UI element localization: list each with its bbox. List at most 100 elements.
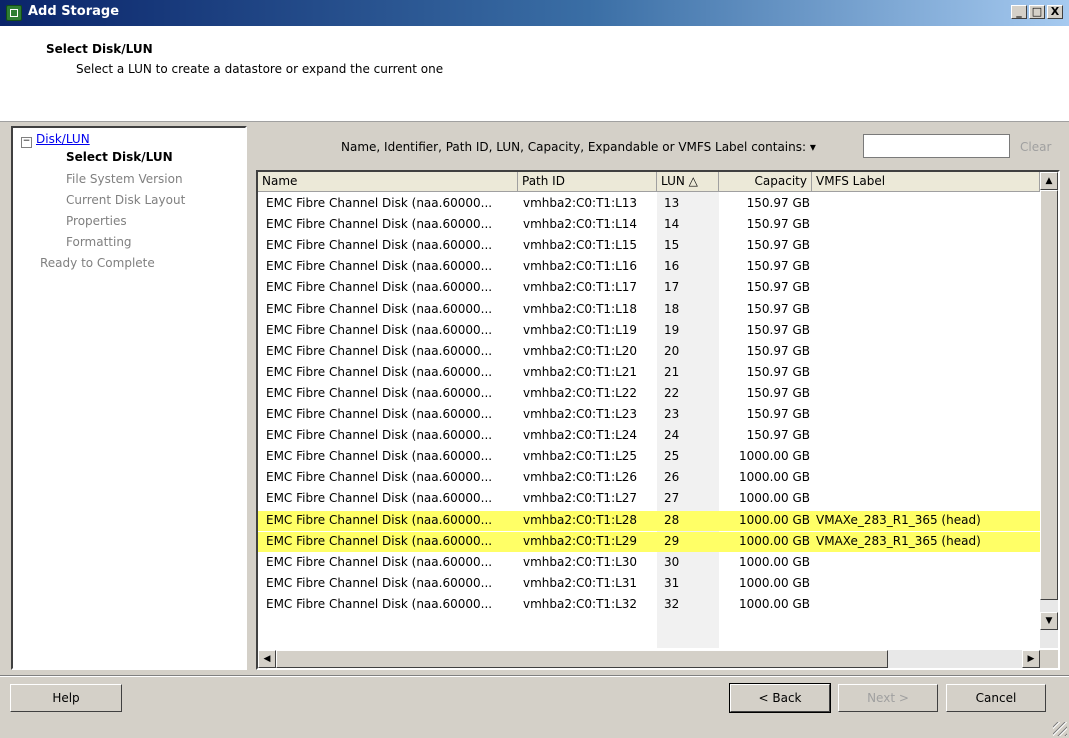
- cell-capacity: 150.97 GB: [746, 238, 810, 253]
- close-button[interactable]: X: [1047, 5, 1063, 19]
- cell-capacity: 1000.00 GB: [739, 491, 810, 506]
- cell-path-id: vmhba2:C0:T1:L22: [523, 385, 638, 400]
- table-row[interactable]: EMC Fibre Channel Disk (naa.60000... vmhb…: [258, 595, 1040, 615]
- table-row[interactable]: EMC Fibre Channel Disk (naa.60000... vmhb…: [258, 342, 1040, 362]
- minimize-button[interactable]: _: [1011, 5, 1027, 19]
- help-button[interactable]: Help: [10, 684, 122, 712]
- next-button[interactable]: Next >: [838, 684, 938, 712]
- cell-lun: 22: [664, 385, 680, 400]
- table-row[interactable]: EMC Fibre Channel Disk (naa.60000... vmhb…: [258, 257, 1040, 277]
- table-row[interactable]: EMC Fibre Channel Disk (naa.60000... vmhb…: [258, 574, 1040, 594]
- resize-grip-icon[interactable]: [1053, 722, 1067, 736]
- cell-lun: 13: [664, 196, 680, 210]
- page-subtitle: Select a LUN to create a datastore or ex…: [76, 62, 444, 76]
- title-bar[interactable]: Add Storage _ □ X: [0, 0, 1069, 26]
- cell-lun: 14: [664, 217, 680, 232]
- nav-step-ready-to-complete: Ready to Complete: [40, 256, 155, 270]
- table-row[interactable]: EMC Fibre Channel Disk (naa.60000... vmhb…: [258, 300, 1040, 320]
- clear-filter-link[interactable]: Clear: [1020, 140, 1051, 154]
- cell-lun: 20: [664, 343, 680, 358]
- scroll-left-arrow-icon[interactable]: ◀: [258, 650, 276, 668]
- window-controls: _ □ X: [1011, 5, 1063, 19]
- table-row[interactable]: EMC Fibre Channel Disk (naa.60000... vmhb…: [258, 405, 1040, 425]
- lun-table: Name Path ID LUN △ Capacity VMFS Label E…: [256, 170, 1060, 670]
- cell-capacity: 1000.00 GB: [739, 470, 810, 485]
- cell-name: EMC Fibre Channel Disk (naa.60000...: [266, 428, 493, 443]
- table-row[interactable]: EMC Fibre Channel Disk (naa.60000... vmhb…: [258, 468, 1040, 488]
- cell-name: EMC Fibre Channel Disk (naa.60000...: [266, 259, 493, 274]
- table-row[interactable]: EMC Fibre Channel Disk (naa.60000... vmhb…: [258, 278, 1040, 298]
- cell-name: EMC Fibre Channel Disk (naa.60000...: [266, 449, 493, 464]
- maximize-button[interactable]: □: [1029, 5, 1045, 19]
- table-row[interactable]: EMC Fibre Channel Disk (naa.60000... vmhb…: [258, 426, 1040, 446]
- cell-capacity: 150.97 GB: [746, 407, 810, 421]
- column-header-capacity[interactable]: Capacity: [719, 172, 812, 192]
- horizontal-scroll-thumb[interactable]: [276, 650, 888, 668]
- cell-name: EMC Fibre Channel Disk (naa.60000...: [266, 554, 493, 569]
- cell-lun: 28: [664, 512, 680, 527]
- cell-name: EMC Fibre Channel Disk (naa.60000...: [266, 238, 493, 253]
- nav-link-disk-lun[interactable]: Disk/LUN: [36, 132, 90, 146]
- cell-name: EMC Fibre Channel Disk (naa.60000...: [266, 364, 493, 379]
- vertical-scrollbar[interactable]: ▲ ▼: [1040, 172, 1058, 648]
- nav-step-properties: Properties: [66, 214, 127, 228]
- scroll-right-arrow-icon[interactable]: ▶: [1022, 650, 1040, 668]
- back-button[interactable]: < Back: [729, 683, 831, 713]
- cell-path-id: vmhba2:C0:T1:L21: [523, 364, 638, 379]
- page-title: Select Disk/LUN: [46, 42, 153, 56]
- table-row[interactable]: EMC Fibre Channel Disk (naa.60000... vmhb…: [258, 553, 1040, 573]
- cell-lun: 27: [664, 491, 680, 506]
- scrollbar-corner: [1040, 650, 1058, 668]
- cell-path-id: vmhba2:C0:T1:L31: [523, 575, 638, 590]
- cell-name: EMC Fibre Channel Disk (naa.60000...: [266, 322, 493, 337]
- cell-path-id: vmhba2:C0:T1:L32: [523, 596, 638, 611]
- cell-lun: 17: [664, 280, 680, 295]
- table-row[interactable]: EMC Fibre Channel Disk (naa.60000... vmhb…: [258, 236, 1040, 256]
- column-header-lun[interactable]: LUN △: [657, 172, 719, 192]
- table-row[interactable]: EMC Fibre Channel Disk (naa.60000... vmhb…: [258, 194, 1040, 214]
- vertical-scroll-thumb[interactable]: [1040, 190, 1058, 600]
- filter-input[interactable]: [863, 134, 1010, 158]
- table-row[interactable]: EMC Fibre Channel Disk (naa.60000... vmhb…: [258, 363, 1040, 383]
- column-header-name[interactable]: Name: [258, 172, 518, 192]
- table-row[interactable]: EMC Fibre Channel Disk (naa.60000... vmhb…: [258, 215, 1040, 235]
- cell-path-id: vmhba2:C0:T1:L27: [523, 491, 638, 506]
- nav-step-select-disk-lun: Select Disk/LUN: [66, 150, 173, 164]
- cell-name: EMC Fibre Channel Disk (naa.60000...: [266, 407, 493, 421]
- table-row[interactable]: EMC Fibre Channel Disk (naa.60000... vmhb…: [258, 489, 1040, 509]
- scroll-up-arrow-icon[interactable]: ▲: [1040, 172, 1058, 190]
- column-header-vmfs-label[interactable]: VMFS Label: [812, 172, 1040, 192]
- cell-path-id: vmhba2:C0:T1:L19: [523, 322, 638, 337]
- cell-capacity: 150.97 GB: [746, 322, 810, 337]
- cell-path-id: vmhba2:C0:T1:L28: [523, 512, 638, 527]
- cell-capacity: 150.97 GB: [746, 364, 810, 379]
- cell-name: EMC Fibre Channel Disk (naa.60000...: [266, 217, 493, 232]
- table-row[interactable]: EMC Fibre Channel Disk (naa.60000... vmhb…: [258, 321, 1040, 341]
- horizontal-scrollbar[interactable]: ◀ ▶: [258, 650, 1040, 668]
- cell-name: EMC Fibre Channel Disk (naa.60000...: [266, 385, 493, 400]
- cell-capacity: 1000.00 GB: [739, 533, 810, 548]
- cell-capacity: 1000.00 GB: [739, 596, 810, 611]
- column-header-path-id[interactable]: Path ID: [518, 172, 657, 192]
- cell-path-id: vmhba2:C0:T1:L29: [523, 533, 638, 548]
- nav-step-current-disk-layout: Current Disk Layout: [66, 193, 186, 207]
- scroll-down-arrow-icon[interactable]: ▼: [1040, 612, 1058, 630]
- table-row[interactable]: EMC Fibre Channel Disk (naa.60000... vmhb…: [258, 531, 1040, 552]
- cell-capacity: 1000.00 GB: [739, 449, 810, 464]
- table-row[interactable]: EMC Fibre Channel Disk (naa.60000... vmhb…: [258, 384, 1040, 404]
- cell-name: EMC Fibre Channel Disk (naa.60000...: [266, 575, 493, 590]
- cell-name: EMC Fibre Channel Disk (naa.60000...: [266, 596, 493, 611]
- cell-name: EMC Fibre Channel Disk (naa.60000...: [266, 196, 493, 210]
- cell-name: EMC Fibre Channel Disk (naa.60000...: [266, 301, 493, 316]
- table-row[interactable]: EMC Fibre Channel Disk (naa.60000... vmhb…: [258, 510, 1040, 531]
- cancel-button[interactable]: Cancel: [946, 684, 1046, 712]
- cell-lun: 32: [664, 596, 680, 611]
- cell-lun: 16: [664, 259, 680, 274]
- cell-lun: 21: [664, 364, 680, 379]
- table-row[interactable]: EMC Fibre Channel Disk (naa.60000... vmhb…: [258, 447, 1040, 467]
- cell-path-id: vmhba2:C0:T1:L26: [523, 470, 638, 485]
- cell-capacity: 1000.00 GB: [739, 512, 810, 527]
- collapse-toggle-icon[interactable]: −: [21, 137, 32, 148]
- cell-capacity: 150.97 GB: [746, 385, 810, 400]
- filter-field-dropdown[interactable]: Name, Identifier, Path ID, LUN, Capacity…: [341, 140, 816, 154]
